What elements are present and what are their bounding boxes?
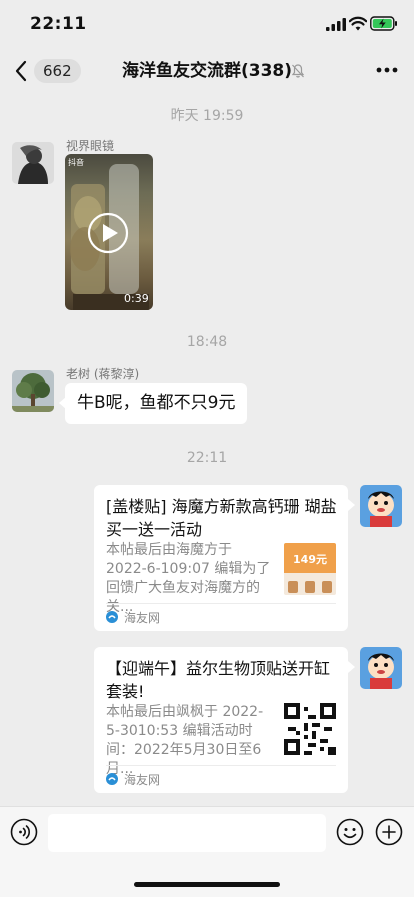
link-card-thumbnail: 149元 <box>284 543 336 595</box>
home-indicator <box>134 882 280 887</box>
status-time: 22:11 <box>30 14 87 34</box>
link-card-source: 海友网 <box>124 611 161 625</box>
message-bubble[interactable]: 牛B呢，鱼都不只9元 <box>65 383 248 424</box>
battery-charging-icon <box>370 16 397 31</box>
wifi-icon <box>349 16 367 31</box>
add-more-icon[interactable] <box>375 818 403 846</box>
mute-bell-icon <box>291 64 305 78</box>
chat-title: 海洋鱼友交流群(338) <box>122 61 293 81</box>
source-logo-icon <box>106 773 118 785</box>
cellular-signal-icon <box>326 18 346 31</box>
emoji-icon[interactable] <box>336 818 364 846</box>
back-chevron-icon[interactable] <box>14 60 28 82</box>
message-timestamp: 昨天 19:59 <box>170 108 244 124</box>
bubble-tail <box>348 661 355 673</box>
message-input[interactable] <box>48 814 326 852</box>
thumbnail-price-text: 149元 <box>293 553 327 566</box>
sender-name: 老树 (蒋黎淳) <box>66 367 140 381</box>
voice-input-icon[interactable] <box>10 818 38 846</box>
sender-name: 视界眼镜 <box>66 139 115 153</box>
sender-avatar[interactable] <box>12 142 54 184</box>
link-card-title: [盖楼贴] 海魔方新款高钙珊 瑚盐买一送一活动 <box>106 497 337 539</box>
link-card-source: 海友网 <box>124 773 161 787</box>
play-icon[interactable] <box>87 212 129 254</box>
my-avatar[interactable] <box>360 485 402 527</box>
qr-code-thumbnail <box>284 703 336 755</box>
bubble-tail <box>348 499 355 511</box>
sender-avatar[interactable] <box>12 370 54 412</box>
source-logo-icon <box>106 611 118 623</box>
video-source-badge: 抖音 <box>68 158 84 167</box>
back-unread-count[interactable]: 662 <box>34 59 81 83</box>
link-card[interactable]: 【迎端午】益尔生物顶贴送开缸套装! 本帖最后由飒枫于 2022-5-3010:5… <box>94 647 348 793</box>
link-card-footer: 海友网 <box>106 603 336 632</box>
message-timestamp: 22:11 <box>186 450 228 466</box>
link-card-title: 【迎端午】益尔生物顶贴送开缸套装! <box>106 659 331 701</box>
video-duration: 0:39 <box>124 292 149 305</box>
more-options-icon[interactable] <box>376 67 398 73</box>
link-card-footer: 海友网 <box>106 765 336 794</box>
my-avatar[interactable] <box>360 647 402 689</box>
link-card[interactable]: [盖楼贴] 海魔方新款高钙珊 瑚盐买一送一活动 本帖最后由海魔方于 2022-6… <box>94 485 348 631</box>
message-timestamp: 18:48 <box>186 334 228 350</box>
